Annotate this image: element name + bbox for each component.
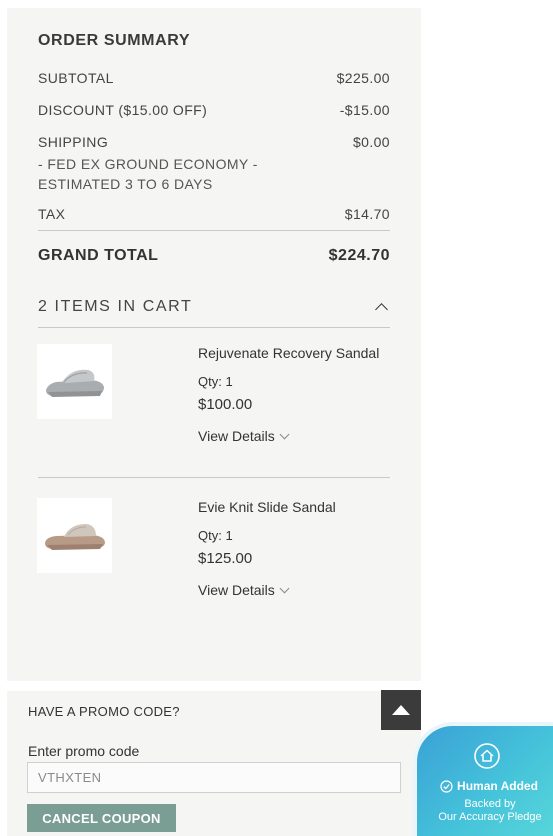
view-details-toggle[interactable]: View Details xyxy=(198,428,398,444)
badge-subtitle-line1: Backed by xyxy=(464,798,516,810)
accuracy-pledge-badge[interactable]: Human Added Backed by Our Accuracy Pledg… xyxy=(413,722,553,836)
divider xyxy=(38,327,390,328)
product-image[interactable] xyxy=(37,498,112,573)
tax-row: TAX $14.70 xyxy=(38,206,390,222)
view-details-label: View Details xyxy=(198,428,275,444)
product-qty: Qty: 1 xyxy=(198,374,233,389)
tax-value: $14.70 xyxy=(344,206,390,222)
product-price: $100.00 xyxy=(198,396,253,413)
divider xyxy=(38,230,390,231)
promo-input-label: Enter promo code xyxy=(28,743,140,759)
promo-code-panel: HAVE A PROMO CODE? Enter promo code CANC… xyxy=(7,691,421,836)
discount-label: DISCOUNT ($15.00 OFF) xyxy=(38,102,208,118)
product-price: $125.00 xyxy=(198,550,253,567)
discount-value: -$15.00 xyxy=(339,102,390,118)
order-summary-title: ORDER SUMMARY xyxy=(38,32,191,49)
promo-title: HAVE A PROMO CODE? xyxy=(28,704,180,719)
view-details-label: View Details xyxy=(198,582,275,598)
cart-count-label: 2 ITEMS IN CART xyxy=(38,298,193,315)
product-name[interactable]: Evie Knit Slide Sandal xyxy=(198,498,398,516)
shipping-label: SHIPPING xyxy=(38,134,109,150)
product-qty: Qty: 1 xyxy=(198,528,233,543)
scroll-to-top-button[interactable] xyxy=(381,690,421,730)
cancel-coupon-button[interactable]: CANCEL COUPON xyxy=(27,804,176,832)
badge-title-row: Human Added xyxy=(429,779,549,793)
grand-total-row: GRAND TOTAL $224.70 xyxy=(38,247,390,265)
recovery-sandal-image xyxy=(45,369,104,397)
divider xyxy=(38,477,390,478)
grand-total-value: $224.70 xyxy=(328,247,390,264)
subtotal-label: SUBTOTAL xyxy=(38,70,114,86)
chevron-up-icon[interactable] xyxy=(375,302,388,316)
badge-subtitle-line2: Our Accuracy Pledge xyxy=(438,811,542,823)
product-name[interactable]: Rejuvenate Recovery Sandal xyxy=(198,344,398,362)
tax-label: TAX xyxy=(38,206,66,222)
house-circle-icon xyxy=(474,743,500,769)
badge-subtitle: Backed by Our Accuracy Pledge xyxy=(421,798,553,824)
view-details-toggle[interactable]: View Details xyxy=(198,582,398,598)
shipping-row: SHIPPING - FED EX GROUND ECONOMY - ESTIM… xyxy=(38,134,390,194)
grand-total-label: GRAND TOTAL xyxy=(38,247,159,264)
promo-code-input[interactable] xyxy=(27,762,401,793)
subtotal-row: SUBTOTAL $225.00 xyxy=(38,70,390,86)
shipping-value: $0.00 xyxy=(352,134,390,150)
subtotal-value: $225.00 xyxy=(336,70,390,86)
check-circle-icon xyxy=(440,779,453,793)
chevron-down-icon xyxy=(279,583,290,594)
triangle-up-icon xyxy=(392,705,410,715)
chevron-down-icon xyxy=(279,429,290,440)
cart-toggle[interactable]: 2 ITEMS IN CART xyxy=(38,298,390,316)
order-summary-panel: ORDER SUMMARY SUBTOTAL $225.00 DISCOUNT … xyxy=(7,8,421,681)
shipping-method: - FED EX GROUND ECONOMY - ESTIMATED 3 TO… xyxy=(38,156,258,192)
badge-title: Human Added xyxy=(457,779,538,793)
discount-row: DISCOUNT ($15.00 OFF) -$15.00 xyxy=(38,102,390,118)
knit-slide-sandal-image xyxy=(44,523,105,550)
product-image[interactable] xyxy=(37,344,112,419)
